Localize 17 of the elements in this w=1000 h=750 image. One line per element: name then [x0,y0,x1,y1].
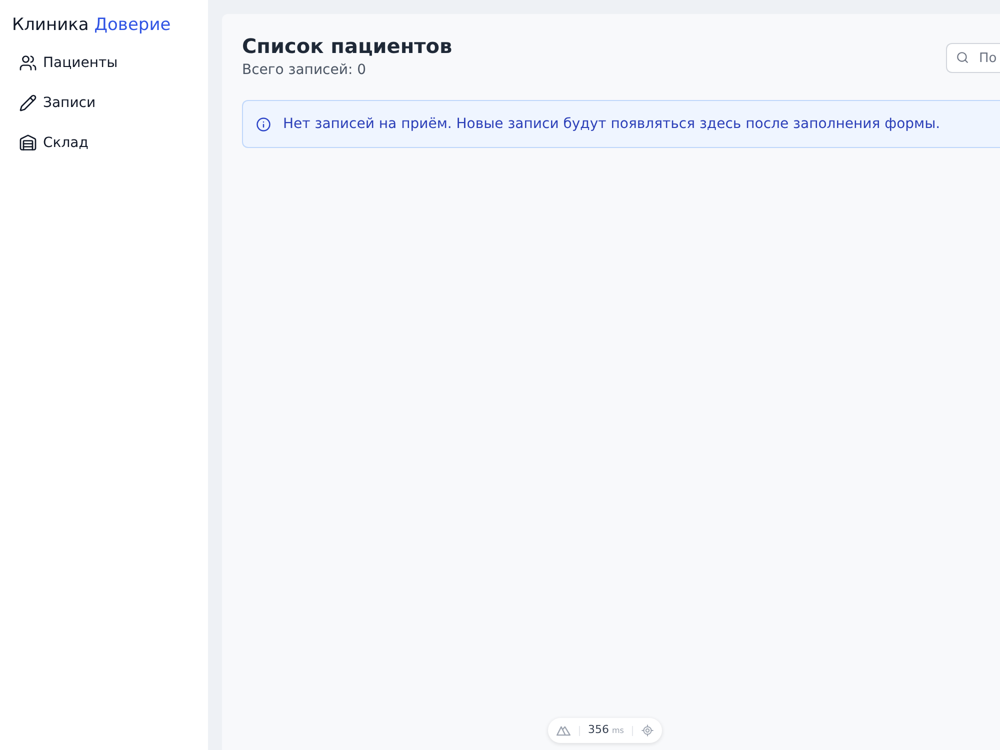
search-field[interactable]: По [946,43,1000,73]
nav-item[interactable]: Пациенты [0,43,208,83]
pencil-icon [19,94,37,112]
search-icon [956,51,969,64]
crosshair-icon[interactable] [640,724,654,737]
page-title: Список пациентов [242,33,452,60]
time-unit: ms [612,725,624,738]
brand-title: Клиника Доверие [12,15,171,35]
mountain-icon[interactable] [556,725,571,736]
nav-item[interactable]: Склад [0,123,208,163]
info-icon [256,116,271,132]
record-count: Всего записей: 0 [242,61,368,80]
nav-item[interactable]: Записи [0,83,208,123]
alert-message: Нет записей на приём. Новые записи будут появляться здесь после заполнения формы. [283,115,940,134]
response-time: 356 [588,722,609,738]
users-icon [19,54,37,72]
warehouse-icon [19,134,37,152]
